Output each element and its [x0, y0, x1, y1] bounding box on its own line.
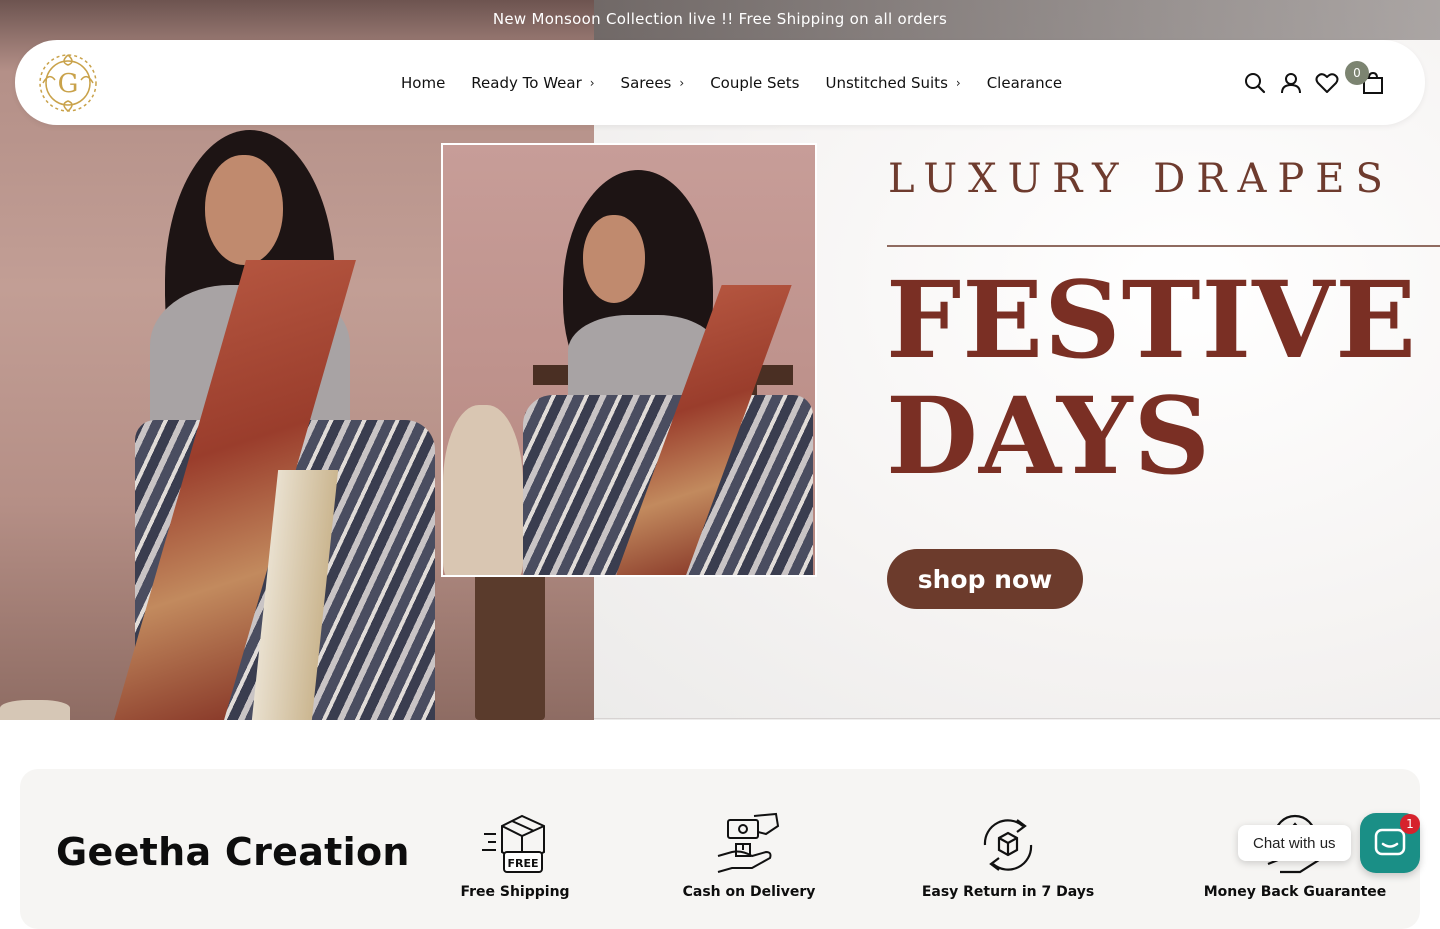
nav-home-label: Home — [401, 73, 446, 92]
brand-title: Geetha Creation — [56, 830, 410, 874]
feature-free-shipping: FREE Free Shipping — [405, 812, 625, 900]
hero-divider — [594, 718, 1440, 719]
hero-headline-line1: FESTIVE — [886, 257, 1418, 382]
nav-clearance-label: Clearance — [986, 73, 1063, 92]
nav-sarees-label: Sarees — [620, 73, 672, 92]
feature-money-back-label: Money Back Guarantee — [1203, 884, 1387, 900]
hero-rule — [887, 245, 1440, 247]
nav-unstitched-suits-label: Unstitched Suits — [825, 73, 948, 92]
chevron-right-icon: › — [955, 75, 961, 90]
nav-couple-sets[interactable]: Couple Sets — [697, 74, 812, 92]
hero-headline: FESTIVE DAYS — [886, 262, 1417, 494]
chevron-right-icon: › — [589, 75, 595, 90]
feature-cash-on-delivery-label: Cash on Delivery — [682, 884, 816, 900]
nav-sarees[interactable]: Sarees › — [608, 74, 698, 92]
cart-count-badge: 0 — [1345, 61, 1369, 85]
nav-couple-sets-label: Couple Sets — [710, 73, 800, 92]
main-nav: Home Ready To Wear › Sarees › Couple Sets … — [388, 40, 1075, 125]
hero-inset-photo — [441, 143, 817, 577]
feature-cash-on-delivery: Cash on Delivery — [639, 812, 859, 900]
announcement-bar: New Monsoon Collection live !! Free Ship… — [0, 0, 1440, 38]
chat-unread-badge: 1 — [1400, 814, 1420, 834]
chat-icon — [1374, 828, 1406, 856]
shop-now-button[interactable]: shop now — [887, 549, 1083, 609]
announcement-text: New Monsoon Collection live !! Free Ship… — [492, 10, 948, 28]
free-shipping-box-icon: FREE — [482, 814, 545, 873]
chat-with-us-bubble[interactable]: Chat with us — [1238, 825, 1351, 861]
nav-ready-to-wear-label: Ready To Wear — [471, 73, 582, 92]
search-icon[interactable] — [1243, 71, 1267, 95]
nav-home[interactable]: Home — [388, 74, 458, 92]
site-header: G Home Ready To Wear › Sarees › Couple Set… — [15, 40, 1425, 125]
nav-unstitched-suits[interactable]: Unstitched Suits › — [812, 74, 973, 92]
svg-text:FREE: FREE — [507, 857, 538, 870]
account-icon[interactable] — [1279, 71, 1303, 95]
easy-return-icon — [983, 819, 1033, 871]
wishlist-heart-icon[interactable] — [1315, 71, 1339, 95]
brand-logo[interactable]: G — [35, 50, 101, 116]
hero-tagline: LUXURY DRAPES — [888, 156, 1394, 202]
hero-headline-line2: DAYS — [886, 373, 1212, 498]
nav-ready-to-wear[interactable]: Ready To Wear › — [458, 74, 607, 92]
chevron-right-icon: › — [679, 75, 685, 90]
feature-easy-return: Easy Return in 7 Days — [898, 812, 1118, 900]
cash-on-delivery-icon — [717, 812, 780, 873]
svg-text:G: G — [58, 69, 79, 99]
nav-clearance[interactable]: Clearance — [974, 74, 1075, 92]
feature-easy-return-label: Easy Return in 7 Days — [921, 884, 1095, 900]
feature-free-shipping-label: Free Shipping — [460, 884, 570, 900]
